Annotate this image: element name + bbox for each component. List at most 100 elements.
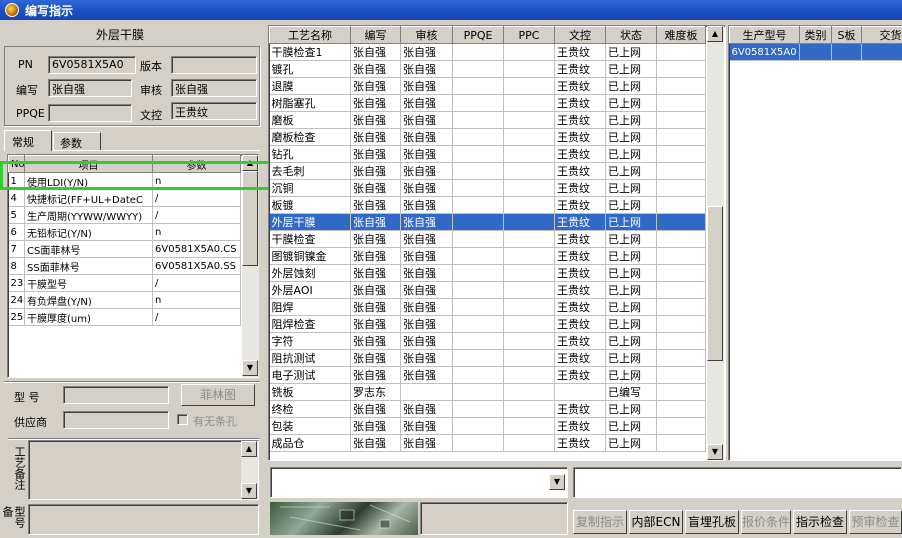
model-note-textarea[interactable] <box>28 504 259 535</box>
scroll-down-icon[interactable]: ▼ <box>242 360 258 376</box>
process-row[interactable]: 电子测试张自强张自强王贵纹已上网 <box>270 367 706 384</box>
process-row[interactable]: 外层干膜张自强张自强王贵纹已上网 <box>270 214 706 231</box>
process-ppqe <box>453 78 504 95</box>
process-column-header[interactable]: 状态 <box>606 27 657 44</box>
process-row[interactable]: 包装张自强张自强王贵纹已上网 <box>270 418 706 435</box>
precheck-button[interactable]: 预审检查 <box>849 510 902 534</box>
param-no: 25 <box>9 309 25 326</box>
blind-via-board-button[interactable]: 盲埋孔板 <box>685 510 739 534</box>
process-row[interactable]: 干膜检查张自强张自强王贵纹已上网 <box>270 231 706 248</box>
model-column-header[interactable]: S板 <box>832 27 862 44</box>
scroll-up-icon[interactable]: ▲ <box>707 26 723 42</box>
process-row[interactable]: 去毛刺张自强张自强王贵纹已上网 <box>270 163 706 180</box>
param-row[interactable]: 23干膜型号/ <box>9 275 241 292</box>
process-ppc <box>504 61 555 78</box>
quote-conditions-button[interactable]: 报价条件 <box>741 510 791 534</box>
process-row[interactable]: 镀孔张自强张自强王贵纹已上网 <box>270 61 706 78</box>
process-column-header[interactable]: 工艺名称 <box>270 27 351 44</box>
tab-general[interactable]: 常规 <box>4 130 52 151</box>
process-difficulty <box>657 180 706 197</box>
model-column-header[interactable]: 交货 <box>862 27 902 44</box>
barcode-checkbox[interactable] <box>177 414 188 425</box>
scroll-up-icon[interactable]: ▲ <box>241 441 257 457</box>
process-row[interactable]: 图镀铜镍金张自强张自强王贵纹已上网 <box>270 248 706 265</box>
process-row[interactable]: 成品仓张自强张自强王贵纹已上网 <box>270 435 706 452</box>
process-difficulty <box>657 384 706 401</box>
param-row[interactable]: 24有负焊盘(Y/N)n <box>9 292 241 309</box>
process-reviewer: 张自强 <box>401 367 453 384</box>
process-row[interactable]: 阻抗测试张自强张自强王贵纹已上网 <box>270 350 706 367</box>
param-row[interactable]: 5生产周期(YYWW/WWYY)/ <box>9 207 241 224</box>
instruction-check-button[interactable]: 指示检查 <box>793 510 847 534</box>
process-row[interactable]: 外层蚀刻张自强张自强王贵纹已上网 <box>270 265 706 282</box>
process-row[interactable]: 树脂塞孔张自强张自强王贵纹已上网 <box>270 95 706 112</box>
pn-field[interactable]: 6V0581X5A0 <box>48 56 136 74</box>
process-ppc <box>504 112 555 129</box>
process-row[interactable]: 铣板罗志东已编写 <box>270 384 706 401</box>
process-row[interactable]: 板镀张自强张自强王贵纹已上网 <box>270 197 706 214</box>
process-column-header[interactable]: 编写 <box>351 27 401 44</box>
process-note-textarea[interactable]: ▲ ▼ <box>28 440 259 500</box>
process-row[interactable]: 终检张自强张自强王贵纹已上网 <box>270 401 706 418</box>
process-writer: 张自强 <box>351 282 401 299</box>
model-column-header[interactable]: 生产型号 <box>730 27 800 44</box>
model-field[interactable] <box>63 386 169 404</box>
reviewer-field[interactable]: 张自强 <box>171 79 257 97</box>
param-row[interactable]: 6无铅标记(Y/N)n <box>9 224 241 241</box>
process-reviewer: 张自强 <box>401 418 453 435</box>
remarks-field[interactable] <box>573 467 902 498</box>
process-row[interactable]: 钻孔张自强张自强王贵纹已上网 <box>270 146 706 163</box>
process-doc-control: 王贵纹 <box>555 282 606 299</box>
model-row[interactable]: 6V0581X5A0 <box>730 44 902 61</box>
ppqe-field[interactable] <box>48 104 132 122</box>
process-doc-control: 王贵纹 <box>555 180 606 197</box>
doc-control-field[interactable]: 王贵纹 <box>171 102 257 120</box>
writer-field[interactable]: 张自强 <box>48 79 132 97</box>
process-ppqe <box>453 401 504 418</box>
chevron-down-icon[interactable]: ▼ <box>549 474 565 490</box>
process-writer: 张自强 <box>351 231 401 248</box>
scroll-down-icon[interactable]: ▼ <box>241 483 257 499</box>
film-button[interactable]: 菲林图 <box>181 384 255 406</box>
process-row[interactable]: 阻焊检查张自强张自强王贵纹已上网 <box>270 316 706 333</box>
process-column-header[interactable]: PPC <box>504 27 555 44</box>
process-row[interactable]: 外层AOI张自强张自强王贵纹已上网 <box>270 282 706 299</box>
model-column-header[interactable]: 类别 <box>800 27 832 44</box>
note-scrollbar[interactable]: ▲ ▼ <box>241 441 258 499</box>
process-column-header[interactable]: PPQE <box>453 27 504 44</box>
process-column-header[interactable]: 文控 <box>555 27 606 44</box>
param-row[interactable]: 4快捷标记(FF+UL+DateC/ <box>9 190 241 207</box>
dropdown-combo[interactable]: ▼ <box>270 467 568 498</box>
process-column-header[interactable]: 难度板 <box>657 27 706 44</box>
param-value: / <box>153 275 241 292</box>
process-row[interactable]: 阻焊张自强张自强王贵纹已上网 <box>270 299 706 316</box>
internal-ecn-button[interactable]: 内部ECN <box>629 510 683 534</box>
process-grid: 工艺名称编写审核PPQEPPC文控状态难度板 干膜检查1张自强张自强王贵纹已上网… <box>268 25 726 461</box>
process-row[interactable]: 干膜检查1张自强张自强王贵纹已上网 <box>270 44 706 61</box>
process-doc-control: 王贵纹 <box>555 418 606 435</box>
param-row[interactable]: 25干膜厚度(um)/ <box>9 309 241 326</box>
process-writer: 张自强 <box>351 197 401 214</box>
process-reviewer: 张自强 <box>401 333 453 350</box>
process-ppc <box>504 367 555 384</box>
process-writer: 张自强 <box>351 248 401 265</box>
scroll-thumb[interactable] <box>707 206 723 361</box>
process-row[interactable]: 磨板检查张自强张自强王贵纹已上网 <box>270 129 706 146</box>
process-scrollbar[interactable]: ▲ ▼ <box>707 26 724 460</box>
process-difficulty <box>657 265 706 282</box>
process-difficulty <box>657 282 706 299</box>
scroll-down-icon[interactable]: ▼ <box>707 444 723 460</box>
supplier-field[interactable] <box>63 411 169 429</box>
process-row[interactable]: 字符张自强张自强王贵纹已上网 <box>270 333 706 350</box>
process-column-header[interactable]: 审核 <box>401 27 453 44</box>
copy-instruction-button[interactable]: 复制指示 <box>573 510 627 534</box>
param-row[interactable]: 7CS面菲林号6V0581X5A0.CS <box>9 241 241 258</box>
process-row[interactable]: 退膜张自强张自强王贵纹已上网 <box>270 78 706 95</box>
process-row[interactable]: 磨板张自强张自强王贵纹已上网 <box>270 112 706 129</box>
version-field[interactable] <box>171 56 257 74</box>
process-difficulty <box>657 248 706 265</box>
version-label: 版本 <box>140 58 162 74</box>
process-row[interactable]: 沉铜张自强张自强王贵纹已上网 <box>270 180 706 197</box>
param-row[interactable]: 8SS面菲林号6V0581X5A0.SS <box>9 258 241 275</box>
tab-params[interactable]: 参数 <box>53 132 101 151</box>
